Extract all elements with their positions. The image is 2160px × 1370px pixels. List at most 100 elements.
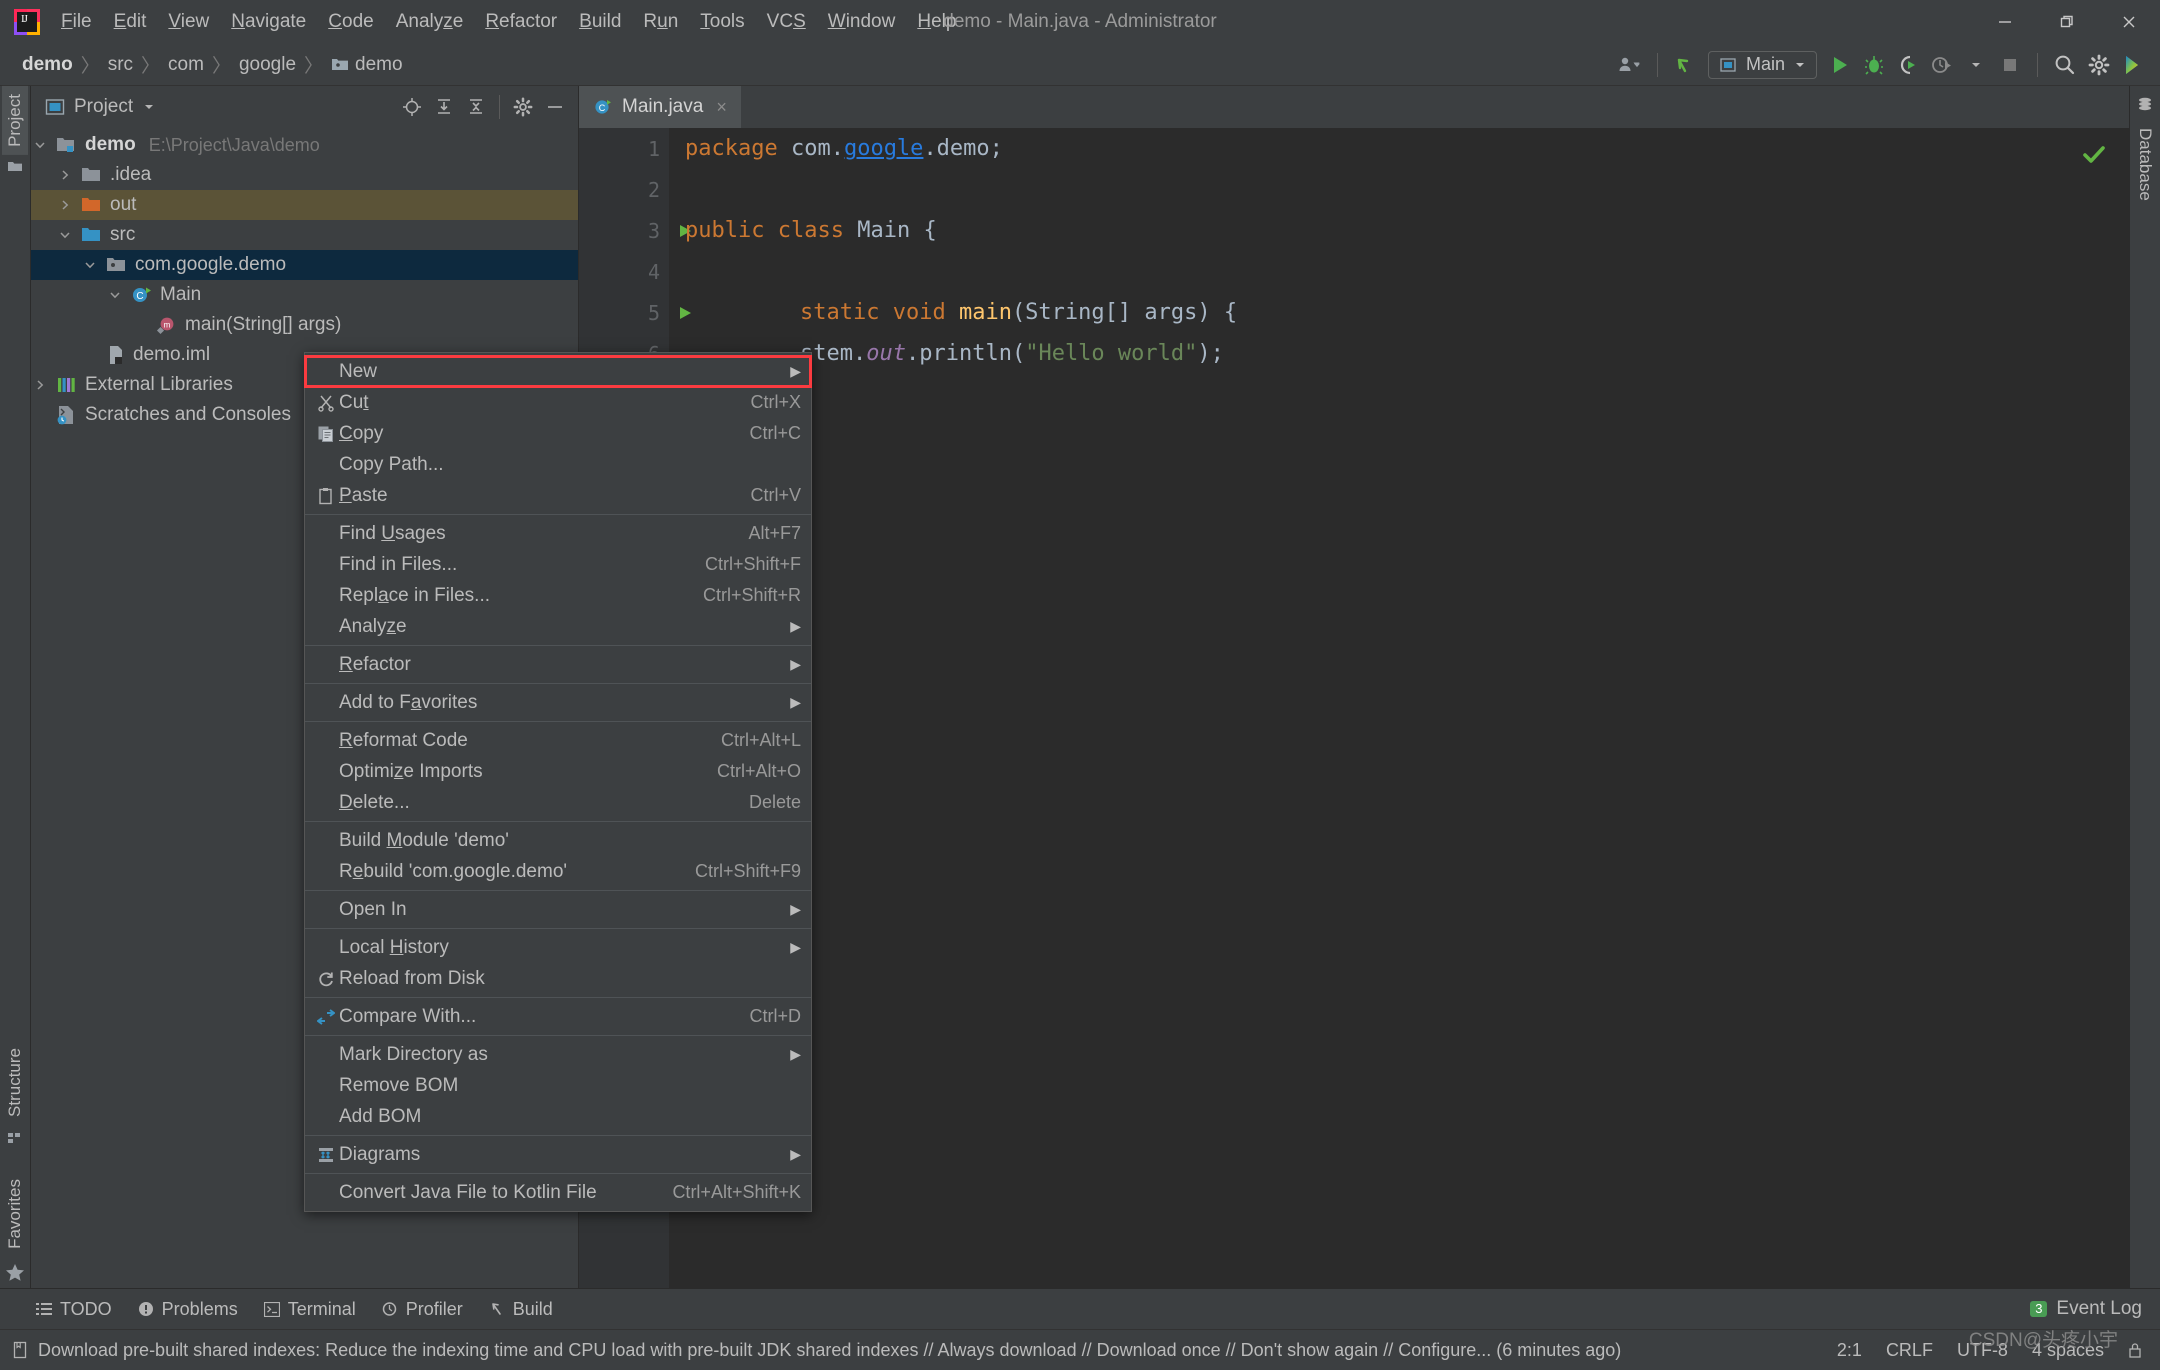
ide-feedback-icon[interactable]: [2116, 48, 2150, 82]
tree-node-com-google-demo[interactable]: com.google.demo: [31, 250, 578, 280]
inspection-status-icon[interactable]: [2081, 142, 2107, 168]
menu-item-compare-with[interactable]: Compare With...Ctrl+D: [305, 1001, 811, 1032]
breadcrumb[interactable]: demo〉src〉com〉google〉demo: [16, 51, 409, 78]
bottom-item-todo[interactable]: TODO: [36, 1299, 112, 1320]
status-message-group[interactable]: Download pre-built shared indexes: Reduc…: [12, 1340, 1621, 1361]
chevron-right-icon[interactable]: [31, 376, 49, 394]
sidebar-item-project[interactable]: Project: [2, 86, 28, 155]
menu-item-optimize-imports[interactable]: Optimize ImportsCtrl+Alt+O: [305, 756, 811, 787]
breadcrumb-item-src[interactable]: src: [102, 52, 139, 78]
menu-item-diagrams[interactable]: Diagrams▶: [305, 1139, 811, 1170]
lock-icon[interactable]: [2128, 1342, 2142, 1359]
menu-item-mark-directory-as[interactable]: Mark Directory as▶: [305, 1039, 811, 1070]
maximize-button[interactable]: [2036, 0, 2098, 44]
close-icon[interactable]: ×: [716, 97, 727, 118]
tree-node--idea[interactable]: .idea: [31, 160, 578, 190]
stop-icon[interactable]: [1993, 48, 2027, 82]
gutter-line-3[interactable]: 3: [579, 210, 669, 251]
gutter-line-5[interactable]: 5: [579, 292, 669, 333]
gutter-line-4[interactable]: 4: [579, 251, 669, 292]
menu-item-convert-java-file-to-kotlin-file[interactable]: Convert Java File to Kotlin FileCtrl+Alt…: [305, 1177, 811, 1208]
collapse-all-icon[interactable]: [461, 92, 491, 122]
breadcrumb-item-demo[interactable]: demo: [16, 52, 79, 78]
menu-item-remove-bom[interactable]: Remove BOM: [305, 1070, 811, 1101]
menu-item-rebuild-com-google-demo[interactable]: Rebuild 'com.google.demo'Ctrl+Shift+F9: [305, 856, 811, 887]
menu-item-copy-path[interactable]: Copy Path...: [305, 449, 811, 480]
tree-node-main[interactable]: CMain: [31, 280, 578, 310]
chevron-down-icon[interactable]: [142, 100, 156, 114]
sidebar-item-favorites[interactable]: Favorites: [2, 1171, 28, 1257]
breadcrumb-item-google[interactable]: google: [233, 52, 302, 78]
menu-item-tools[interactable]: Tools: [689, 7, 755, 37]
menu-item-local-history[interactable]: Local History▶: [305, 932, 811, 963]
bottom-item-profiler[interactable]: Profiler: [382, 1299, 463, 1320]
indent-setting[interactable]: 4 spaces: [2032, 1340, 2104, 1361]
settings-icon[interactable]: [508, 92, 538, 122]
breadcrumb-item-demo[interactable]: demo: [325, 52, 409, 78]
menu-item-replace-in-files[interactable]: Replace in Files...Ctrl+Shift+R: [305, 580, 811, 611]
menu-item-find-in-files[interactable]: Find in Files...Ctrl+Shift+F: [305, 549, 811, 580]
locate-icon[interactable]: [397, 92, 427, 122]
profile-icon[interactable]: [1925, 48, 1959, 82]
tree-node-main-string---args-[interactable]: mmain(String[] args): [31, 310, 578, 340]
menu-item-copy[interactable]: CopyCtrl+C: [305, 418, 811, 449]
chevron-down-icon[interactable]: [106, 286, 124, 304]
menu-item-reload-from-disk[interactable]: Reload from Disk: [305, 963, 811, 994]
menu-item-navigate[interactable]: Navigate: [220, 7, 317, 37]
menu-item-paste[interactable]: PasteCtrl+V: [305, 480, 811, 511]
context-menu[interactable]: New▶CutCtrl+XCopyCtrl+CCopy Path...Paste…: [304, 352, 812, 1212]
bottom-item-problems[interactable]: Problems: [138, 1299, 238, 1320]
menu-item-cut[interactable]: CutCtrl+X: [305, 387, 811, 418]
menu-item-find-usages[interactable]: Find UsagesAlt+F7: [305, 518, 811, 549]
gutter-line-1[interactable]: 1: [579, 128, 669, 169]
chevron-down-icon[interactable]: [31, 136, 49, 154]
close-button[interactable]: [2098, 0, 2160, 44]
tree-node-src[interactable]: src: [31, 220, 578, 250]
menu-item-reformat-code[interactable]: Reformat CodeCtrl+Alt+L: [305, 725, 811, 756]
menu-item-code[interactable]: Code: [317, 7, 384, 37]
menu-item-open-in[interactable]: Open In▶: [305, 894, 811, 925]
line-separator[interactable]: CRLF: [1886, 1340, 1933, 1361]
menu-item-build[interactable]: Build: [568, 7, 632, 37]
sidebar-item-structure[interactable]: Structure: [2, 1040, 28, 1125]
caret-position[interactable]: 2:1: [1837, 1340, 1862, 1361]
menu-item-refactor[interactable]: Refactor: [474, 7, 568, 37]
menu-item-help[interactable]: Help: [906, 7, 967, 37]
menu-item-view[interactable]: View: [157, 7, 220, 37]
event-log-group[interactable]: 3 Event Log: [2030, 1298, 2160, 1320]
menu-item-edit[interactable]: Edit: [103, 7, 158, 37]
run-with-coverage-icon[interactable]: [1891, 48, 1925, 82]
debug-icon[interactable]: [1857, 48, 1891, 82]
chevron-down-icon[interactable]: [81, 256, 99, 274]
tree-node-out[interactable]: out: [31, 190, 578, 220]
file-encoding[interactable]: UTF-8: [1957, 1340, 2008, 1361]
tab-main-java[interactable]: C Main.java ×: [579, 86, 741, 128]
project-panel-title-group[interactable]: Project: [45, 96, 156, 118]
update-project-icon[interactable]: [1668, 48, 1702, 82]
menu-item-file[interactable]: File: [50, 7, 103, 37]
code-content[interactable]: package com.google.demo; public class Ma…: [669, 128, 2129, 1288]
sidebar-item-database[interactable]: Database: [2132, 120, 2158, 209]
account-icon[interactable]: [1613, 48, 1647, 82]
chevron-down-icon[interactable]: [56, 226, 74, 244]
menu-item-run[interactable]: Run: [632, 7, 689, 37]
menu-bar[interactable]: FileEditViewNavigateCodeAnalyzeRefactorB…: [50, 7, 967, 37]
menu-item-window[interactable]: Window: [817, 7, 907, 37]
menu-item-refactor[interactable]: Refactor▶: [305, 649, 811, 680]
tree-node-demo[interactable]: demoE:\Project\Java\demo: [31, 130, 578, 160]
chevron-right-icon[interactable]: [56, 196, 74, 214]
expand-all-icon[interactable]: [429, 92, 459, 122]
menu-item-delete[interactable]: Delete...Delete: [305, 787, 811, 818]
package-link[interactable]: google: [844, 136, 923, 161]
run-icon[interactable]: [1823, 48, 1857, 82]
run-configuration-selector[interactable]: Main: [1708, 51, 1817, 79]
breadcrumb-item-com[interactable]: com: [162, 52, 210, 78]
settings-icon[interactable]: [2082, 48, 2116, 82]
bottom-item-terminal[interactable]: Terminal: [264, 1299, 356, 1320]
profile-dropdown-icon[interactable]: [1959, 48, 1993, 82]
search-everywhere-icon[interactable]: [2048, 48, 2082, 82]
hide-icon[interactable]: [540, 92, 570, 122]
menu-item-analyze[interactable]: Analyze: [385, 7, 475, 37]
minimize-button[interactable]: [1974, 0, 2036, 44]
menu-item-add-to-favorites[interactable]: Add to Favorites▶: [305, 687, 811, 718]
